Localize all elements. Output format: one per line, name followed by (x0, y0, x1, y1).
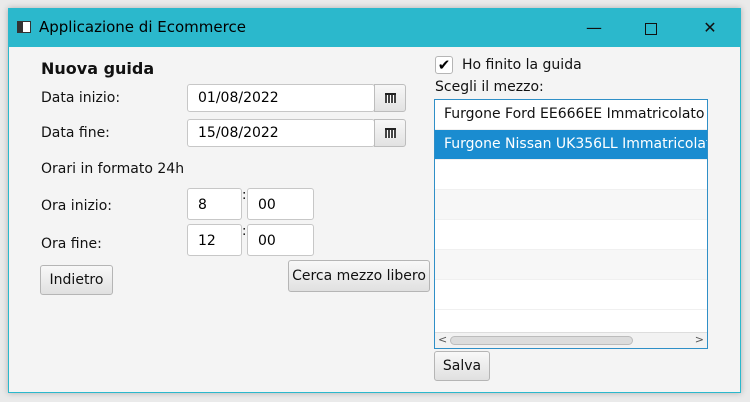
list-item-selected[interactable]: Furgone Nissan UK356LL Immatricolato (435, 130, 707, 160)
end-date-label: Data fine: (41, 125, 110, 141)
start-minute-input[interactable]: 00 (247, 188, 314, 220)
search-free-vehicle-button[interactable]: Cerca mezzo libero (288, 260, 430, 292)
form-heading: Nuova guida (41, 59, 155, 78)
back-button[interactable]: Indietro (40, 265, 113, 295)
vehicle-label: Scegli il mezzo: (435, 79, 544, 95)
time-separator: : (242, 224, 247, 239)
time-format-note: Orari in formato 24h (41, 161, 185, 177)
time-separator: : (242, 188, 247, 203)
title-bar[interactable]: Applicazione di Ecommerce — ✕ (9, 9, 740, 47)
scroll-left-arrow-icon[interactable]: < (438, 333, 447, 347)
list-row-empty (435, 220, 707, 250)
start-time-label: Ora inizio: (41, 198, 112, 214)
minimize-button[interactable]: — (566, 9, 622, 47)
end-minute-input[interactable]: 00 (247, 224, 314, 256)
window-title: Applicazione di Ecommerce (39, 18, 246, 36)
end-time-label: Ora fine: (41, 236, 102, 252)
list-row-empty (435, 280, 707, 310)
start-date-input[interactable]: 01/08/2022 (187, 84, 375, 112)
start-date-label: Data inizio: (41, 90, 121, 106)
calendar-icon (385, 93, 396, 103)
scrollbar-thumb[interactable] (450, 336, 633, 345)
scroll-right-arrow-icon[interactable]: > (695, 333, 704, 347)
calendar-icon (385, 128, 396, 138)
list-row-empty (435, 160, 707, 190)
end-hour-input[interactable]: 12 (187, 224, 242, 256)
app-icon (17, 21, 31, 33)
start-hour-input[interactable]: 8 (187, 188, 242, 220)
start-date-picker-button[interactable] (374, 84, 406, 112)
maximize-button[interactable] (623, 9, 679, 47)
save-button[interactable]: Salva (434, 351, 490, 381)
end-date-picker-button[interactable] (374, 119, 406, 147)
maximize-icon (645, 22, 657, 35)
horizontal-scrollbar[interactable]: < > (435, 332, 707, 348)
list-row-empty (435, 250, 707, 280)
content-area: Nuova guida Data inizio: 01/08/2022 Data… (9, 47, 740, 392)
list-row-empty (435, 190, 707, 220)
finished-checkbox-label: Ho finito la guida (462, 57, 582, 73)
end-date-input[interactable]: 15/08/2022 (187, 119, 375, 147)
finished-checkbox[interactable]: ✔ (435, 56, 453, 74)
close-button[interactable]: ✕ (682, 9, 738, 47)
app-window: Applicazione di Ecommerce — ✕ Nuova guid… (8, 8, 741, 393)
checkmark-icon: ✔ (437, 56, 451, 74)
vehicle-list[interactable]: Furgone Ford EE666EE Immatricolato in Fu… (434, 99, 708, 349)
list-item[interactable]: Furgone Ford EE666EE Immatricolato in (435, 100, 707, 130)
